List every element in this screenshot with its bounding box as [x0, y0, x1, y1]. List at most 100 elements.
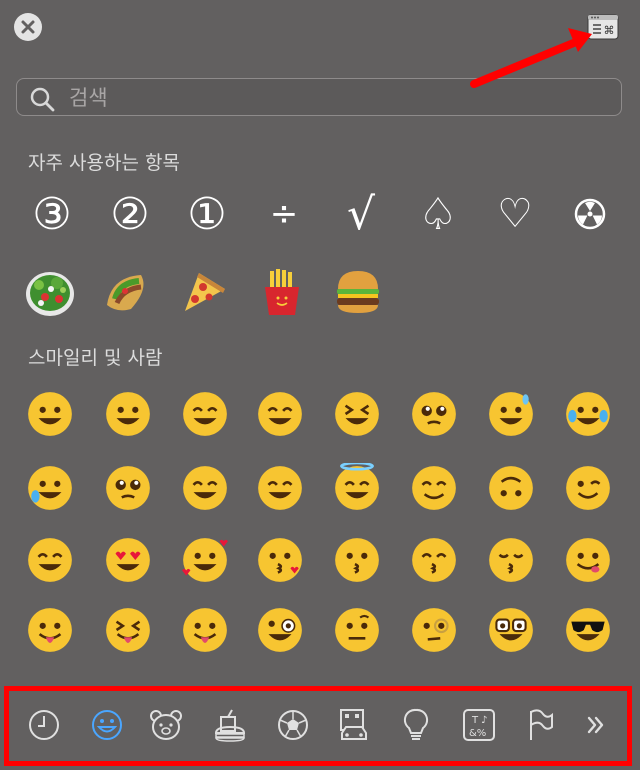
symbol-cell[interactable]: ① [177, 184, 237, 244]
emoji-cell[interactable] [20, 458, 80, 518]
nerd-face-icon [489, 608, 533, 652]
kissing-face-closed-eyes-icon [489, 538, 533, 582]
smiling-face-icon [183, 466, 227, 510]
face-blowing-kiss-icon [258, 538, 302, 582]
emoji-cell[interactable] [327, 458, 387, 518]
squinting-tongue-face-icon [106, 608, 150, 652]
smiling-face-smiling-eyes-icon [258, 466, 302, 510]
search-icon [30, 87, 55, 112]
stuffed-flatbread-icon [107, 275, 144, 311]
frequent-food-row [0, 262, 640, 322]
emoji-cell[interactable] [20, 384, 80, 444]
symbol-square-root: √ [346, 188, 376, 240]
close-icon [21, 20, 35, 34]
heart-eyes-face-icon [106, 538, 150, 582]
squinting-face-icon [335, 392, 379, 436]
section-title-frequently-used: 자주 사용하는 항목 [28, 152, 180, 174]
emoji-cell[interactable] [481, 530, 541, 590]
symbol-cell[interactable]: ♡ [485, 184, 545, 244]
tears-of-joy-face-icon [566, 392, 610, 436]
face-holding-back-tears-icon [106, 466, 150, 510]
relieved-face-icon [28, 538, 72, 582]
close-button[interactable] [14, 13, 42, 41]
emoji-row [0, 384, 640, 444]
symbol-cell[interactable]: ÷ [254, 184, 314, 244]
emoji-cell[interactable] [175, 458, 235, 518]
emoji-cell[interactable] [98, 384, 158, 444]
emoji-cell[interactable] [250, 458, 310, 518]
character-viewer-button[interactable]: ⌘ [587, 14, 619, 40]
raised-eyebrow-face-icon [335, 608, 379, 652]
emoji-cell[interactable] [250, 600, 310, 660]
viewer-glyph: ⌘ [604, 24, 615, 37]
grinning-face-smiling-eyes-icon [183, 392, 227, 436]
sunglasses-face-icon [566, 608, 610, 652]
emoji-cell[interactable] [98, 262, 158, 322]
radioactive-icon [574, 198, 606, 230]
emoji-cell[interactable] [327, 600, 387, 660]
emoji-cell[interactable] [558, 530, 618, 590]
emoji-cell[interactable] [328, 262, 388, 322]
grinning-face-icon [28, 392, 72, 436]
symbol-circled-3: ③ [32, 188, 72, 240]
slightly-smiling-face-icon [412, 466, 456, 510]
french-fries-icon [265, 269, 299, 315]
emoji-cell[interactable] [175, 384, 235, 444]
smiling-face-hearts-icon [182, 538, 228, 582]
emoji-cell[interactable] [558, 384, 618, 444]
emoji-cell[interactable] [481, 600, 541, 660]
emoji-cell[interactable] [327, 530, 387, 590]
emoji-cell[interactable] [174, 262, 234, 322]
emoji-cell[interactable] [252, 262, 312, 322]
emoji-row [0, 530, 640, 590]
emoji-cell[interactable] [481, 384, 541, 444]
emoji-cell[interactable] [98, 458, 158, 518]
emoji-cell[interactable] [404, 600, 464, 660]
emoji-cell[interactable] [404, 458, 464, 518]
hamburger-icon [337, 271, 379, 313]
emoji-cell[interactable] [20, 262, 80, 322]
emoji-row [0, 458, 640, 518]
search-field[interactable] [16, 78, 622, 116]
pizza-icon [185, 273, 225, 311]
upside-down-face-icon [489, 466, 533, 510]
winking-face-icon [566, 466, 610, 510]
kissing-face-smiling-eyes-icon [412, 538, 456, 582]
emoji-cell[interactable] [20, 530, 80, 590]
zany-face-icon [258, 608, 302, 652]
emoji-cell[interactable] [98, 600, 158, 660]
symbol-circled-2: ② [110, 188, 150, 240]
grinning-sweat-face-icon [489, 392, 533, 436]
emoji-cell[interactable] [175, 600, 235, 660]
emoji-cell[interactable] [250, 384, 310, 444]
symbol-heart: ♡ [497, 191, 533, 237]
search-input[interactable] [69, 83, 609, 113]
emoji-cell[interactable] [20, 600, 80, 660]
symbol-spade: ♤ [418, 188, 458, 240]
symbol-circled-1: ① [187, 188, 227, 240]
emoji-cell[interactable] [175, 530, 235, 590]
symbol-cell[interactable]: √ [331, 184, 391, 244]
emoji-cell[interactable] [558, 600, 618, 660]
symbol-cell[interactable] [560, 184, 620, 244]
pleading-face-icon [412, 392, 456, 436]
face-tongue-icon [28, 608, 72, 652]
emoji-cell[interactable] [250, 530, 310, 590]
rofl-face-icon [28, 466, 72, 510]
emoji-cell[interactable] [558, 458, 618, 518]
emoji-cell[interactable] [481, 458, 541, 518]
emoji-cell[interactable] [98, 530, 158, 590]
symbol-cell[interactable]: ♤ [408, 184, 468, 244]
symbol-cell[interactable]: ② [100, 184, 160, 244]
frequent-symbols-row: ③ ② ① ÷ √ ♤ ♡ [0, 184, 640, 244]
emoji-picker-panel: ⌘ 자주 사용하는 항목 ③ ② ① ÷ √ ♤ ♡ [0, 0, 640, 770]
section-title-smileys-people: 스마일리 및 사람 [28, 347, 163, 369]
grinning-face-big-eyes-icon [106, 392, 150, 436]
category-bar-highlight [4, 686, 632, 766]
symbol-cell[interactable]: ③ [22, 184, 82, 244]
emoji-row [0, 600, 640, 660]
emoji-cell[interactable] [404, 530, 464, 590]
emoji-cell[interactable] [404, 384, 464, 444]
emoji-cell[interactable] [327, 384, 387, 444]
kissing-face-icon [335, 538, 379, 582]
